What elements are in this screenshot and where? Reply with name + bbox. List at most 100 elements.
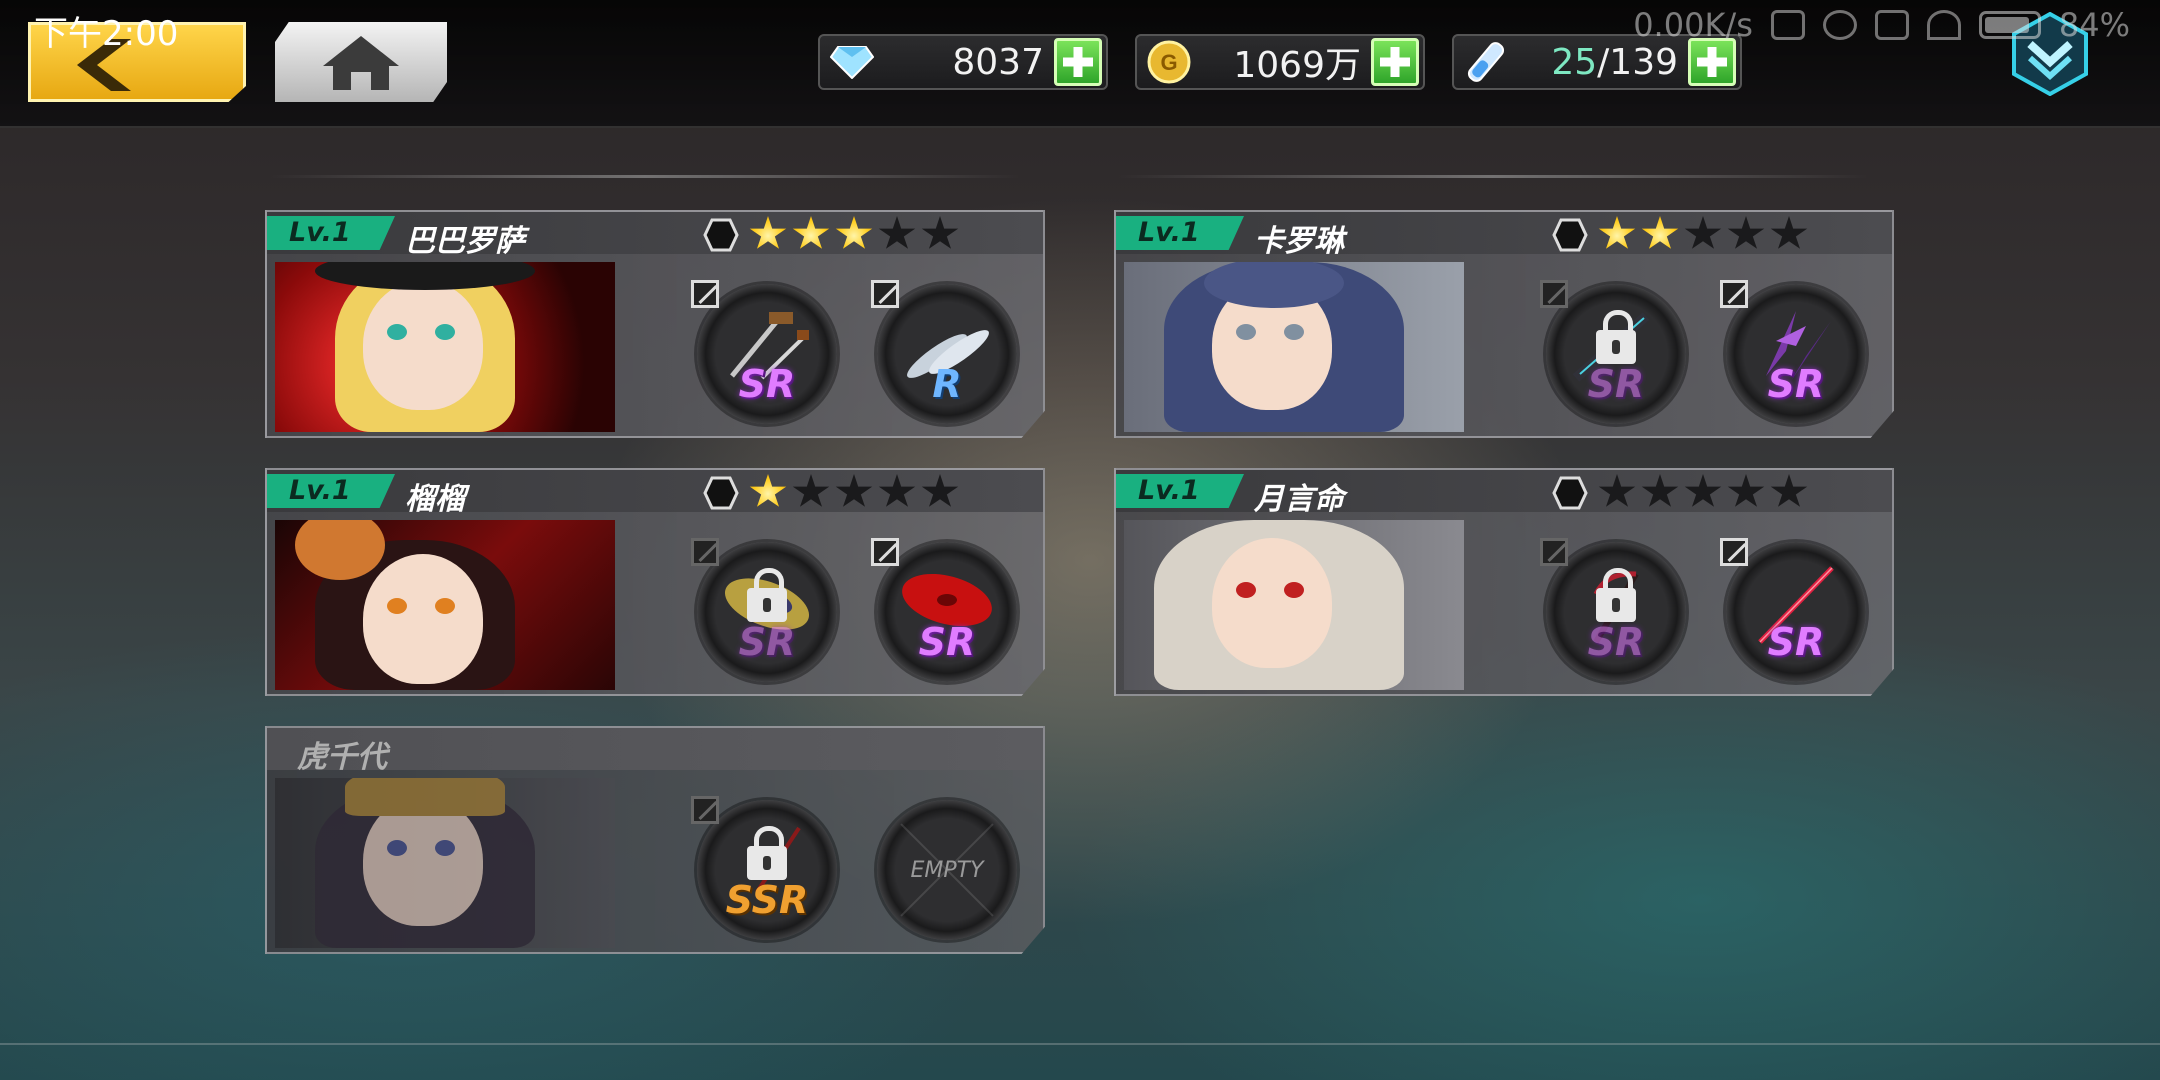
signal-icon [1874, 10, 1909, 40]
character-name: 巴巴罗萨 [405, 224, 525, 259]
stamina-value: 25/139 [1551, 41, 1678, 83]
diamond-counter: 8037 [818, 34, 1108, 90]
star-icon [921, 216, 959, 249]
lock-icon [1596, 568, 1636, 622]
add-gold-button[interactable] [1371, 38, 1419, 86]
equipment-slot-1[interactable]: SR [691, 280, 837, 424]
divider-right [1118, 175, 1868, 178]
add-stamina-button[interactable] [1688, 38, 1736, 86]
stamina-vial-icon [1462, 38, 1510, 86]
star-icon [835, 216, 873, 249]
character-card-4[interactable]: Lv.1 月言命 SR SR [1114, 468, 1894, 696]
character-card-1[interactable]: Lv.1 巴巴罗萨 SR R [265, 210, 1045, 438]
level-badge: Lv.1 [267, 474, 395, 508]
equipment-slot-empty[interactable]: EMPTY [877, 800, 1017, 940]
level-badge: Lv.1 [267, 216, 395, 250]
gold-value: 1069万 [1233, 45, 1361, 86]
rarity-label: SR [738, 362, 796, 406]
gold-coin-icon: G [1145, 38, 1193, 86]
edit-icon[interactable] [1540, 280, 1568, 308]
edit-icon[interactable] [691, 538, 719, 566]
rarity-label: R [932, 362, 962, 406]
equipment-slot-1[interactable]: SR [691, 538, 837, 682]
bottom-divider [0, 1043, 2160, 1045]
rarity-label: SR [1767, 620, 1825, 664]
wifi-icon [1926, 10, 1961, 40]
star-rating [1598, 216, 1808, 252]
rarity-label: SR [1587, 362, 1645, 406]
rarity-label: SR [918, 620, 976, 664]
battery-percent: 84% [2058, 6, 2130, 44]
character-card-3[interactable]: Lv.1 榴榴 SR SR [265, 468, 1045, 696]
character-portrait [1124, 262, 1464, 432]
add-diamonds-button[interactable] [1054, 38, 1102, 86]
star-icon [1727, 216, 1765, 249]
star-icon [792, 216, 830, 249]
star-icon [835, 474, 873, 507]
equipment-slot-1[interactable]: SR [1540, 538, 1686, 682]
equipment-slot-1[interactable]: SSR [691, 796, 837, 940]
mute-icon [1770, 10, 1805, 40]
edit-icon[interactable] [1540, 538, 1568, 566]
diamond-icon [828, 38, 876, 86]
empty-label: EMPTY [910, 858, 984, 883]
edit-icon[interactable] [691, 796, 719, 824]
divider-left [270, 175, 1020, 178]
star-icon [792, 474, 830, 507]
character-portrait [1124, 520, 1464, 690]
star-icon [1727, 474, 1765, 507]
rank-hexagon-icon [703, 218, 739, 252]
equipment-slot-2[interactable]: SR [1720, 280, 1866, 424]
equipment-slot-1[interactable]: SR [1540, 280, 1686, 424]
edit-icon[interactable] [1720, 280, 1748, 308]
star-icon [749, 474, 787, 507]
rarity-label: SR [738, 620, 796, 664]
home-button[interactable] [275, 22, 447, 102]
star-icon [749, 216, 787, 249]
edit-icon[interactable] [691, 280, 719, 308]
character-card-2[interactable]: Lv.1 卡罗琳 SR SR [1114, 210, 1894, 438]
home-icon [323, 36, 399, 90]
rank-hexagon-icon [703, 476, 739, 510]
character-name: 月言命 [1254, 482, 1344, 517]
character-name: 虎千代 [297, 740, 387, 775]
lock-icon [747, 826, 787, 880]
star-icon [878, 474, 916, 507]
rank-hexagon-icon [1552, 218, 1588, 252]
rarity-label: SSR [725, 878, 809, 922]
star-icon [1684, 474, 1722, 507]
svg-text:G: G [1160, 50, 1177, 75]
star-rating [1598, 474, 1808, 510]
star-icon [1598, 216, 1636, 249]
edit-icon[interactable] [1720, 538, 1748, 566]
star-icon [1641, 474, 1679, 507]
level-badge: Lv.1 [1116, 474, 1244, 508]
edit-icon[interactable] [871, 280, 899, 308]
star-icon [878, 216, 916, 249]
character-name: 卡罗琳 [1254, 224, 1344, 259]
character-card-5[interactable]: 虎千代 SSR EMPTY [265, 726, 1045, 954]
lock-icon [1596, 310, 1636, 364]
star-rating [749, 216, 959, 252]
character-name: 榴榴 [405, 482, 465, 517]
equipment-slot-2[interactable]: SR [1720, 538, 1866, 682]
star-icon [1598, 474, 1636, 507]
star-icon [1684, 216, 1722, 249]
diamond-value: 8037 [952, 41, 1044, 83]
edit-icon[interactable] [871, 538, 899, 566]
star-icon [1641, 216, 1679, 249]
net-speed: 0.00K/s [1633, 6, 1753, 44]
battery-icon [1978, 11, 2041, 39]
gold-counter: G 1069万 [1135, 34, 1425, 90]
equipment-slot-2[interactable]: R [871, 280, 1017, 424]
rank-hexagon-icon [1552, 476, 1588, 510]
status-time: 下午2:00 [34, 14, 179, 54]
character-portrait [275, 262, 615, 432]
star-icon [1770, 216, 1808, 249]
rarity-label: SR [1767, 362, 1825, 406]
equipment-slot-2[interactable]: SR [871, 538, 1017, 682]
character-portrait [275, 778, 615, 948]
status-bar-right: 0.00K/s 84% [1633, 6, 2130, 44]
alarm-icon [1822, 10, 1857, 40]
star-icon [921, 474, 959, 507]
